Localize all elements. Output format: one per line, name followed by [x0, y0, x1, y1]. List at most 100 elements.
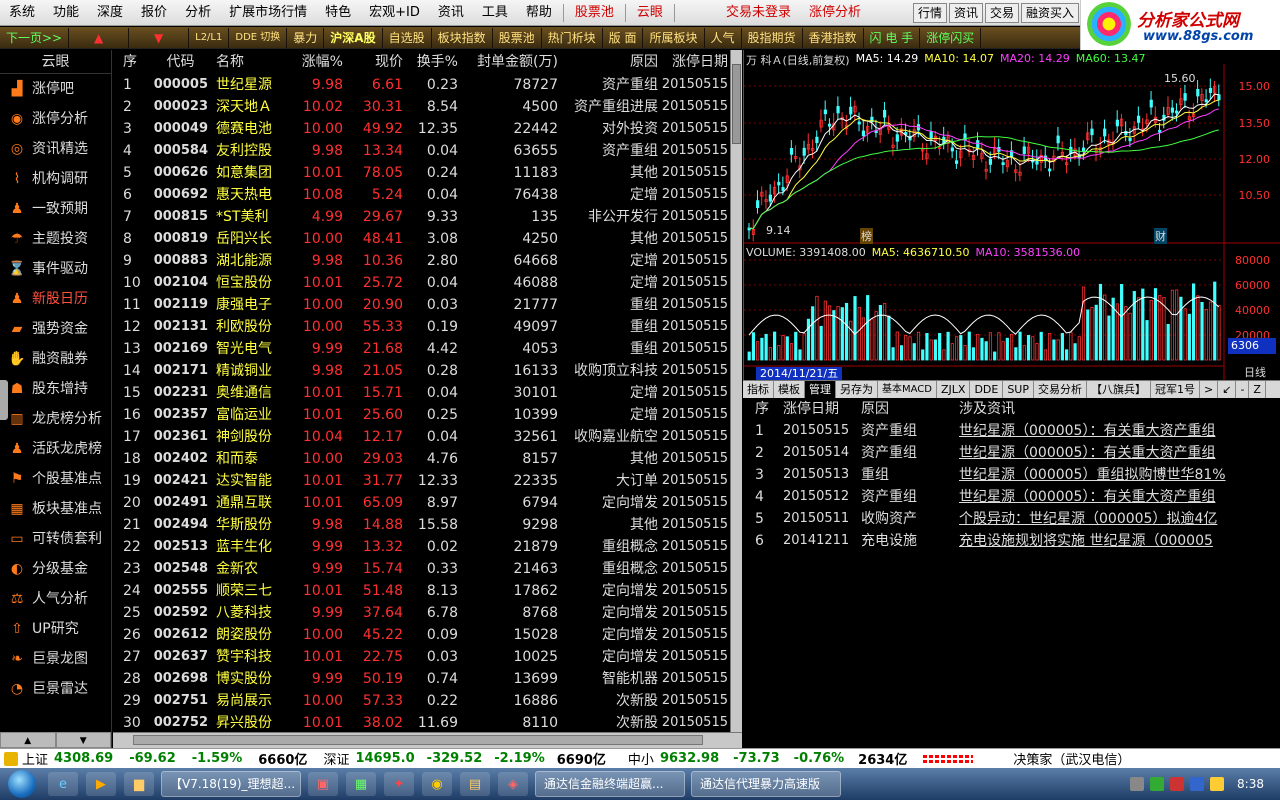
- table-row[interactable]: 19 002421 达实智能 10.01 31.77 12.33 22335 大订单 20150…: [113, 470, 730, 492]
- table-row[interactable]: 22 002513 蓝丰生化 9.99 13.32 0.02 21879 重组概念 201505…: [113, 536, 730, 558]
- tab-belong-sector[interactable]: 所属板块: [643, 27, 705, 48]
- dde-toggle-button[interactable]: DDE 切换: [229, 27, 288, 48]
- ie-icon[interactable]: e: [48, 772, 78, 796]
- scroll-thumb[interactable]: [732, 64, 741, 144]
- indicator-tab[interactable]: 模板: [774, 381, 805, 398]
- app-icon-3[interactable]: ✦: [384, 772, 414, 796]
- indicator-tab[interactable]: DDE: [970, 381, 1004, 398]
- table-row[interactable]: 26 002612 朗姿股份 10.00 45.22 0.09 15028 定向增发 20150…: [113, 624, 730, 646]
- tab-sector-index[interactable]: 板块指数: [432, 27, 493, 48]
- table-row[interactable]: 21 002494 华斯股份 9.98 14.88 15.58 9298 其他 20150515: [113, 514, 730, 536]
- zt-flash-buy-button[interactable]: 涨停闪买: [920, 27, 982, 48]
- table-row[interactable]: 29 002751 易尚展示 10.00 57.33 0.22 16886 次新股 201505…: [113, 690, 730, 712]
- taskbar-item-2[interactable]: 通达信金融终端超赢...: [535, 771, 685, 797]
- indicator-tab[interactable]: -: [1236, 381, 1250, 398]
- table-row[interactable]: 11 002119 康强电子 10.00 20.90 0.03 21777 重组 2015051…: [113, 294, 730, 316]
- news-row[interactable]: 5 20150511 收购资产 个股异动：世纪星源（000005）拟逾4亿: [743, 508, 1280, 530]
- tab-hot-sectors[interactable]: 热门析块: [542, 27, 603, 48]
- menu-analysis[interactable]: 分析: [176, 0, 220, 26]
- menu-zt-analysis[interactable]: 涨停分析: [800, 0, 870, 26]
- sidebar-item[interactable]: ♟ 一致预期: [0, 194, 111, 224]
- table-row[interactable]: 16 002357 富临运业 10.01 25.60 0.25 10399 定增 2015051…: [113, 404, 730, 426]
- col-code[interactable]: 代码: [153, 50, 208, 74]
- tab-watchlist[interactable]: 自选股: [383, 27, 432, 48]
- sidebar-item[interactable]: ▦ 板块基准点: [0, 494, 111, 524]
- l2-l1-button[interactable]: L2/L1: [189, 27, 230, 48]
- zx-index-label[interactable]: 中小: [628, 749, 654, 768]
- flash-trade-button[interactable]: 闪 电 手: [864, 27, 921, 48]
- menu-function[interactable]: 功能: [44, 0, 88, 26]
- tray-icon[interactable]: [1210, 777, 1225, 791]
- col-seal-amount[interactable]: 封单金额(万): [458, 50, 558, 74]
- indicator-tab[interactable]: 交易分析: [1034, 381, 1087, 398]
- table-row[interactable]: 20 002491 通鼎互联 10.01 65.09 8.97 6794 定向增发 201505…: [113, 492, 730, 514]
- tab-stock-pool[interactable]: 股票池: [493, 27, 542, 48]
- table-vertical-scrollbar[interactable]: [730, 50, 742, 732]
- sidebar-item[interactable]: ✋ 融资融券: [0, 344, 111, 374]
- indicator-tab[interactable]: 基本MACD: [878, 381, 937, 398]
- indicator-tab[interactable]: >: [1200, 381, 1219, 398]
- sidebar-item[interactable]: ❧ 巨景龙图: [0, 644, 111, 674]
- table-row[interactable]: 30 002752 昇兴股份 10.01 38.02 11.69 8110 次新股 201505…: [113, 712, 730, 732]
- sidebar-item[interactable]: ⇧ UP研究: [0, 614, 111, 644]
- sidebar-item[interactable]: ◎ 资讯精选: [0, 134, 111, 164]
- finance-mark[interactable]: 财: [1154, 228, 1167, 244]
- col-seq[interactable]: 序: [113, 50, 153, 74]
- indicator-tab[interactable]: Z: [1249, 381, 1266, 398]
- tray-icon[interactable]: [1170, 777, 1185, 791]
- table-row[interactable]: 18 002402 和而泰 10.00 29.03 4.76 8157 其他 20150515: [113, 448, 730, 470]
- table-row[interactable]: 27 002637 赞宇科技 10.01 22.75 0.03 10025 定向增发 20150…: [113, 646, 730, 668]
- lhb-mark[interactable]: 榜: [860, 228, 873, 244]
- news-row[interactable]: 6 20141211 充电设施 充电设施规划将实施 世纪星源（000005: [743, 530, 1280, 552]
- news-link[interactable]: 个股异动：世纪星源（000005）拟逾4亿: [959, 508, 1279, 530]
- app-icon-5[interactable]: ◈: [498, 772, 528, 796]
- table-row[interactable]: 2 000023 深天地Ａ 10.02 30.31 8.54 4500 资产重组进展 20150…: [113, 96, 730, 118]
- indicator-tab[interactable]: 另存为: [836, 381, 878, 398]
- folder-icon[interactable]: ▆: [124, 772, 154, 796]
- table-row[interactable]: 23 002548 金新农 9.99 15.74 0.33 21463 重组概念 2015051…: [113, 558, 730, 580]
- sidebar-scroll[interactable]: ▲ ▼: [0, 732, 111, 748]
- sidebar-item[interactable]: ⌛ 事件驱动: [0, 254, 111, 284]
- news-row[interactable]: 2 20150514 资产重组 世纪星源（000005）：有关重大资产重组: [743, 442, 1280, 464]
- news-link[interactable]: 世纪星源（000005）：有关重大资产重组: [959, 420, 1279, 442]
- table-row[interactable]: 24 002555 顺荣三七 10.01 51.48 8.13 17862 定向增发 20150…: [113, 580, 730, 602]
- indicator-tab[interactable]: 冠军1号: [1151, 381, 1200, 398]
- taskbar-item-3[interactable]: 通达信代理暴力高速版: [691, 771, 841, 797]
- quote-button[interactable]: 行情: [912, 2, 947, 23]
- tab-index-futures[interactable]: 股指期货: [742, 27, 803, 48]
- sidebar-item[interactable]: ⚑ 个股基准点: [0, 464, 111, 494]
- news-link[interactable]: 世纪星源（000005）：有关重大资产重组: [959, 442, 1279, 464]
- menu-system[interactable]: 系统: [0, 0, 44, 26]
- news-button[interactable]: 资讯: [948, 2, 983, 23]
- table-horizontal-scrollbar[interactable]: [113, 732, 742, 748]
- indicator-tab[interactable]: 指标: [743, 381, 774, 398]
- sidebar-item[interactable]: ♟ 新股日历: [0, 284, 111, 314]
- table-row[interactable]: 14 002171 精诚铜业 9.98 21.05 0.28 16133 收购顶立科技 2015…: [113, 360, 730, 382]
- news-link[interactable]: 世纪星源（000005）重组拟购博世华81%: [959, 464, 1279, 486]
- col-turnover[interactable]: 换手%: [403, 50, 458, 74]
- login-status[interactable]: 交易未登录: [717, 0, 800, 26]
- sidebar-item[interactable]: ⌇ 机构调研: [0, 164, 111, 194]
- table-row[interactable]: 9 000883 湖北能源 9.98 10.36 2.80 64668 定增 20150515: [113, 250, 730, 272]
- table-row[interactable]: 3 000049 德赛电池 10.00 49.92 12.35 22442 对外投资 20150…: [113, 118, 730, 140]
- menu-stock-pool[interactable]: 股票池: [566, 0, 623, 26]
- table-row[interactable]: 15 002231 奥维通信 10.01 15.71 0.04 30101 定增 2015051…: [113, 382, 730, 404]
- indicator-tab[interactable]: 管理: [805, 381, 836, 398]
- news-link[interactable]: 世纪星源（000005）：有关重大资产重组: [959, 486, 1279, 508]
- table-row[interactable]: 5 000626 如意集团 10.01 78.05 0.24 11183 其他 20150515: [113, 162, 730, 184]
- sidebar-item[interactable]: ▥ 龙虎榜分析: [0, 404, 111, 434]
- tab-layout[interactable]: 版 面: [603, 27, 644, 48]
- indicator-tab[interactable]: 【八旗兵】: [1087, 381, 1151, 398]
- app-icon-1[interactable]: ▣: [308, 772, 338, 796]
- sz-index-label[interactable]: 深证: [323, 749, 349, 768]
- news-row[interactable]: 3 20150513 重组 世纪星源（000005）重组拟购博世华81%: [743, 464, 1280, 486]
- menu-cloud-eye[interactable]: 云眼: [628, 0, 672, 26]
- menu-macro[interactable]: 宏观+ID: [360, 0, 429, 26]
- scroll-down-icon[interactable]: ▼: [55, 732, 111, 748]
- chrome-icon[interactable]: ◉: [422, 772, 452, 796]
- sidebar-item[interactable]: ◉ 涨停分析: [0, 104, 111, 134]
- table-row[interactable]: 13 002169 智光电气 9.99 21.68 4.42 4053 重组 20150515: [113, 338, 730, 360]
- scroll-up-icon[interactable]: ▲: [0, 732, 56, 748]
- trade-button[interactable]: 交易: [984, 2, 1019, 23]
- sidebar-item[interactable]: ▟ 涨停吧: [0, 74, 111, 104]
